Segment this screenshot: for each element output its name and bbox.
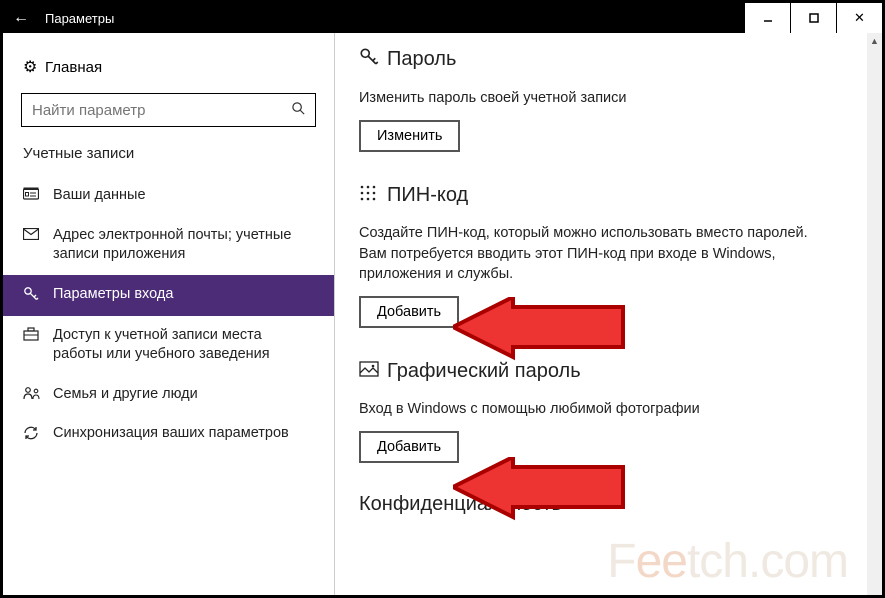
- sidebar-item-label: Ваши данные: [53, 186, 146, 206]
- sidebar-item-email[interactable]: Адрес электронной почты; учетные записи …: [3, 216, 334, 275]
- add-picture-password-button[interactable]: Добавить: [359, 431, 459, 463]
- annotation-arrow-icon: [453, 297, 633, 367]
- mail-icon: [23, 226, 53, 244]
- password-desc: Изменить пароль своей учетной записи: [359, 88, 819, 108]
- section-pin-header: ПИН-код: [359, 184, 858, 207]
- section-title: Графический пароль: [387, 360, 581, 383]
- back-button[interactable]: ←: [3, 9, 39, 27]
- titlebar: ← Параметры ✕: [3, 3, 882, 33]
- partial-next-heading: Конфиденциальность: [359, 487, 858, 516]
- sidebar-home-label: Главная: [45, 59, 102, 76]
- close-button[interactable]: ✕: [836, 3, 882, 33]
- section-password-header: Пароль: [359, 47, 858, 72]
- sidebar-item-your-info[interactable]: Ваши данные: [3, 176, 334, 216]
- watermark: Feetch.com: [607, 534, 848, 589]
- briefcase-icon: [23, 326, 53, 345]
- window-title: Параметры: [39, 11, 114, 26]
- keypad-icon: [359, 184, 387, 207]
- picture-icon: [359, 361, 387, 382]
- sidebar-item-label: Адрес электронной почты; учетные записи …: [53, 226, 314, 265]
- sidebar-item-label: Синхронизация ваших параметров: [53, 424, 289, 444]
- section-picture-header: Графический пароль: [359, 360, 858, 383]
- id-card-icon: [23, 186, 53, 205]
- sidebar-item-label: Параметры входа: [53, 285, 173, 305]
- add-pin-button[interactable]: Добавить: [359, 296, 459, 328]
- scrollbar-up-icon[interactable]: ▲: [867, 33, 882, 49]
- scrollbar[interactable]: ▲: [867, 33, 882, 595]
- change-password-button[interactable]: Изменить: [359, 120, 460, 152]
- content-area: Feetch.com Пароль Изменить пароль своей …: [335, 33, 882, 595]
- section-title: Пароль: [387, 48, 456, 71]
- people-icon: [23, 385, 53, 404]
- sidebar-item-label: Доступ к учетной записи места работы или…: [53, 326, 314, 365]
- search-icon: [281, 101, 315, 120]
- sidebar-group-title: Учетные записи: [3, 145, 334, 176]
- gear-icon: ⚙: [23, 57, 45, 77]
- search-input[interactable]: [22, 102, 281, 119]
- sidebar-item-label: Семья и другие люди: [53, 385, 198, 405]
- section-title: ПИН-код: [387, 184, 468, 207]
- key-icon: [23, 285, 53, 306]
- sidebar-home[interactable]: ⚙ Главная: [3, 51, 334, 93]
- maximize-button[interactable]: [790, 3, 836, 33]
- search-box[interactable]: [21, 93, 316, 127]
- sidebar-item-sync[interactable]: Синхронизация ваших параметров: [3, 414, 334, 455]
- key-icon: [359, 47, 387, 72]
- sync-icon: [23, 424, 53, 445]
- pin-desc: Создайте ПИН-код, который можно использо…: [359, 223, 819, 284]
- sidebar-item-work-access[interactable]: Доступ к учетной записи места работы или…: [3, 316, 334, 375]
- sidebar-item-signin-options[interactable]: Параметры входа: [3, 275, 334, 316]
- minimize-button[interactable]: [744, 3, 790, 33]
- sidebar-item-family[interactable]: Семья и другие люди: [3, 375, 334, 415]
- sidebar: ⚙ Главная Учетные записи Ваши данные: [3, 33, 335, 595]
- picture-desc: Вход в Windows с помощью любимой фотогра…: [359, 399, 819, 419]
